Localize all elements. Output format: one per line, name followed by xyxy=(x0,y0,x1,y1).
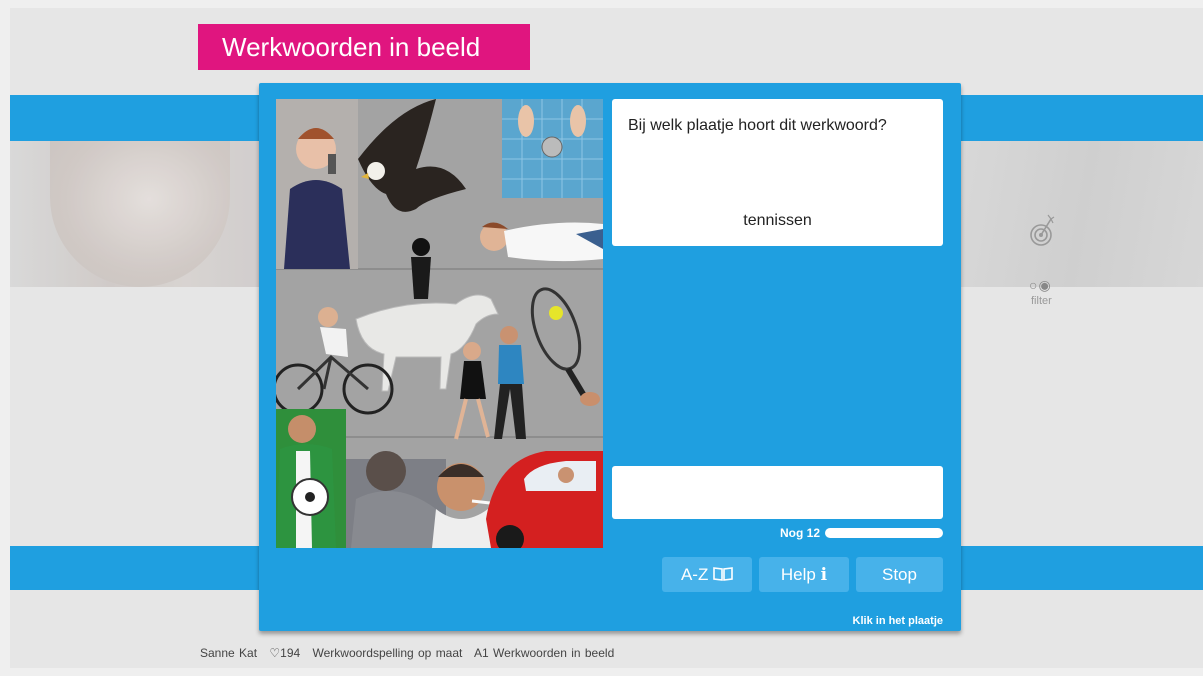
target-icon[interactable] xyxy=(1029,213,1055,252)
footer-user: Sanne Kat xyxy=(200,646,258,660)
verb-picture[interactable] xyxy=(276,99,603,548)
footer-score: ♡194 xyxy=(269,646,301,660)
scene-schrijven[interactable] xyxy=(346,451,446,548)
info-icon: i xyxy=(820,565,828,585)
az-button[interactable]: A-Z xyxy=(662,557,752,592)
answer-field[interactable] xyxy=(612,466,943,519)
stop-button[interactable]: Stop xyxy=(856,557,943,592)
az-label: A-Z xyxy=(680,565,709,584)
footer-lesson[interactable]: A1 Werkwoorden in beeld xyxy=(474,646,614,660)
help-label: Help xyxy=(780,565,816,584)
hero-photo-right xyxy=(960,141,1203,287)
remaining-counter: Nog 12 xyxy=(779,526,820,540)
filter-radio-group[interactable]: ○◉ xyxy=(1029,277,1052,294)
scene-douchen[interactable] xyxy=(502,99,603,198)
filter-label: filter xyxy=(1031,295,1052,307)
hero-photo-left xyxy=(10,141,260,287)
footer-course[interactable]: Werkwoordspelling op maat xyxy=(313,646,463,660)
target-verb: tennissen xyxy=(743,212,812,229)
filter-radio-on[interactable]: ◉ xyxy=(1038,277,1051,293)
scene-telefoneren[interactable] xyxy=(276,99,358,269)
question-card: Bij welk plaatje hoort dit werkwoord? te… xyxy=(612,99,943,246)
book-icon xyxy=(713,558,733,581)
scene-voetballen[interactable] xyxy=(276,409,346,548)
help-button[interactable]: Help i xyxy=(759,557,849,592)
instruction-hint: Klik in het plaatje xyxy=(852,615,943,627)
progress-bar xyxy=(825,528,943,538)
breadcrumb: Sanne Kat ♡194 Werkwoordspelling op maat… xyxy=(200,646,622,660)
question-prompt: Bij welk plaatje hoort dit werkwoord? xyxy=(628,117,887,134)
page-title: Werkwoorden in beeld xyxy=(198,24,530,70)
